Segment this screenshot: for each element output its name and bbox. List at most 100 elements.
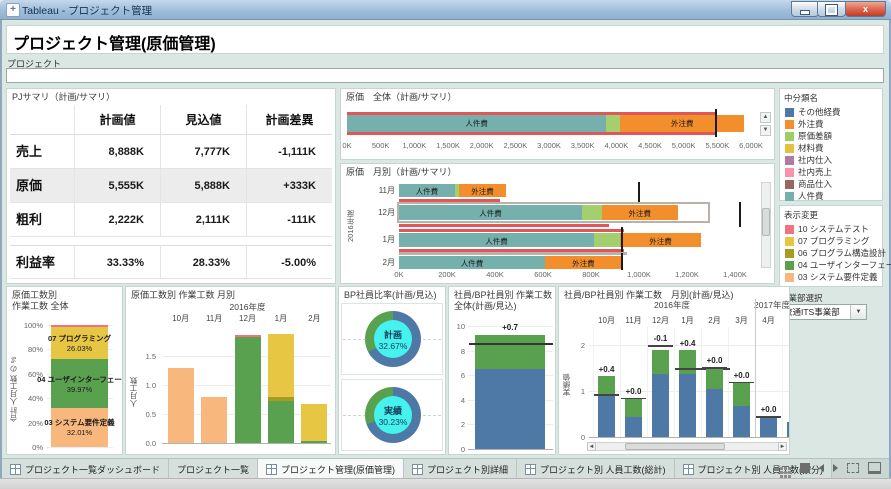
fullscreen-icon[interactable]: [847, 463, 859, 473]
legend-label: その他経費: [798, 106, 841, 118]
sheet-tab-1[interactable]: プロジェクト一覧ダッシュボード: [2, 459, 169, 479]
close-button[interactable]: x: [845, 1, 886, 17]
bar-segment[interactable]: 外注費: [459, 184, 505, 197]
next-sheet-icon[interactable]: [833, 464, 838, 472]
project-filter-input[interactable]: [6, 68, 884, 83]
bar-segment[interactable]: 外注費: [620, 115, 744, 132]
sheet-tab-3[interactable]: プロジェクト管理(原価管理): [258, 459, 404, 479]
bar-segment[interactable]: [301, 404, 327, 441]
axis-tick-label: 200K: [429, 270, 465, 279]
vertical-scrollbar-thumb[interactable]: [762, 208, 770, 236]
pj-summary-panel: PJサマリ（計画/サマリ） 計画値見込値計画差異売上8,888K7,777K-1…: [6, 88, 336, 284]
legend-swatch: [785, 132, 794, 141]
legend-item[interactable]: 07 プログラミング: [785, 235, 882, 247]
legend-item[interactable]: 外注費: [785, 118, 882, 130]
bar-segment[interactable]: 人件費: [347, 115, 606, 132]
sheet-tab-2[interactable]: プロジェクト一覧: [169, 459, 258, 479]
bar-segment-plan[interactable]: [475, 369, 545, 449]
legend-item[interactable]: 06 プログラム構造設計: [785, 247, 882, 259]
bp-ratio-panel: BP社員比率(計画/見込) 計画32.67%実績30.23%: [338, 286, 446, 455]
gray-bar[interactable]: [399, 252, 627, 255]
bar-segment-plan[interactable]: [625, 417, 642, 437]
bar-segment-plan[interactable]: [652, 374, 669, 437]
legend-item[interactable]: 材料費: [785, 142, 882, 154]
axis-tick-label: 2: [451, 420, 465, 429]
bar-segment[interactable]: [268, 401, 294, 443]
presentation-mode-icon[interactable]: [868, 462, 881, 474]
bar-segment[interactable]: 人件費: [399, 233, 594, 247]
pj-summary-table: 計画値見込値計画差異売上8,888K7,777K-1,111K原価5,555K5…: [7, 89, 336, 284]
tableau-logo-icon: +: [6, 3, 20, 17]
bar-segment[interactable]: [606, 115, 620, 132]
legend-item[interactable]: 03 システム要件定義: [785, 271, 882, 283]
actual-bar[interactable]: [399, 229, 624, 232]
bar-segment[interactable]: 人件費: [399, 184, 455, 197]
bar-segment-forecast[interactable]: [475, 335, 545, 369]
bar-segment-plan[interactable]: [598, 394, 615, 437]
legend-item[interactable]: 04 ユーザインターフェー..: [785, 259, 882, 271]
scroll-down-button[interactable]: ▼: [760, 125, 771, 136]
legend-item[interactable]: 人件費: [785, 190, 882, 202]
legend-item[interactable]: 社内仕入: [785, 154, 882, 166]
axis-category-label: 1月: [265, 313, 297, 324]
bar-segment[interactable]: [594, 233, 620, 247]
bar-segment[interactable]: 04 ユーザインターフェー39.97%: [51, 359, 108, 408]
bar-segment[interactable]: [235, 337, 261, 443]
bar-segment[interactable]: 外注費: [545, 256, 622, 269]
reference-line: [469, 343, 553, 345]
legend-item[interactable]: その他経費: [785, 106, 882, 118]
axis-category-label: 11月: [198, 313, 230, 324]
minimize-button[interactable]: [791, 1, 819, 17]
bar-segment[interactable]: 07 プログラミング26.03%: [51, 327, 108, 359]
axis-tick-label: 3,000K: [531, 141, 567, 150]
cost-total-panel: 原価 全体（計画/サマリ） 人件費外注費0K500K1,000K1,500K2,…: [340, 88, 775, 160]
business-unit-dropdown[interactable]: 流通ITS事業部 ▼: [779, 304, 867, 320]
bar-segment-forecast[interactable]: [679, 350, 696, 374]
legend-categories: 中分類名 その他経費外注費原価差額材料費社内仕入社内売上商品仕入人件費: [779, 88, 883, 201]
column-separator: [647, 327, 648, 437]
bar-segment[interactable]: [201, 397, 227, 443]
actual-bar[interactable]: [399, 224, 609, 227]
sheet-tab-4[interactable]: プロジェクト別詳細: [404, 459, 517, 479]
bar-segment[interactable]: [268, 334, 294, 397]
horizontal-scrollbar-thumb[interactable]: [625, 443, 725, 450]
bar-segment-forecast[interactable]: [706, 367, 723, 389]
bar-segment-forecast[interactable]: [598, 376, 615, 394]
bar-segment[interactable]: 人件費: [399, 256, 545, 269]
chevron-down-icon[interactable]: ▼: [850, 305, 866, 319]
sheet-sorter-icon[interactable]: [780, 467, 783, 470]
previous-sheet-icon[interactable]: [819, 464, 824, 472]
bar-segment-plan[interactable]: [679, 374, 696, 437]
axis-tick-label: 0K: [340, 141, 365, 150]
legend-item[interactable]: 原価差額: [785, 130, 882, 142]
bar-segment-plan[interactable]: [706, 389, 723, 437]
bar-segment-plan[interactable]: [787, 422, 790, 437]
axis-category-label: 10月: [165, 313, 197, 324]
scroll-left-button[interactable]: ◄: [587, 442, 596, 451]
window-titlebar[interactable]: + Tableau - プロジェクト管理 x: [0, 0, 891, 20]
bar-segment[interactable]: [168, 368, 194, 443]
scroll-up-button[interactable]: ▲: [760, 112, 771, 123]
maximize-button[interactable]: [817, 1, 846, 17]
filmstrip-icon[interactable]: [800, 463, 810, 473]
bar-segment-plan[interactable]: [733, 406, 750, 437]
bar-segment[interactable]: 03 システム要件定義32.01%: [51, 408, 108, 447]
bar-segment[interactable]: [235, 335, 261, 338]
bar-segment-forecast[interactable]: [652, 350, 669, 374]
scroll-right-button[interactable]: ►: [778, 442, 787, 451]
axis-tick-label: 1,000K: [621, 270, 657, 279]
bar-segment-forecast[interactable]: [733, 382, 750, 406]
bar-segment-forecast[interactable]: [625, 398, 642, 417]
legend-item[interactable]: 10 システムテスト: [785, 223, 882, 235]
year-axis-label: 2016年度: [164, 301, 331, 313]
bar-segment-plan[interactable]: [760, 416, 777, 437]
legend-item[interactable]: 商品仕入: [785, 178, 882, 190]
axis-category-label: 2月: [298, 313, 330, 324]
reference-line: [594, 394, 619, 396]
legend-item[interactable]: 社内売上: [785, 166, 882, 178]
bar-segment[interactable]: [301, 441, 327, 443]
axis-tick-label: 400K: [477, 270, 513, 279]
bar-segment[interactable]: 外注費: [620, 233, 700, 247]
bar-segment[interactable]: [268, 397, 294, 401]
sheet-tab-5[interactable]: プロジェクト別 人員工数(総計): [517, 459, 675, 479]
